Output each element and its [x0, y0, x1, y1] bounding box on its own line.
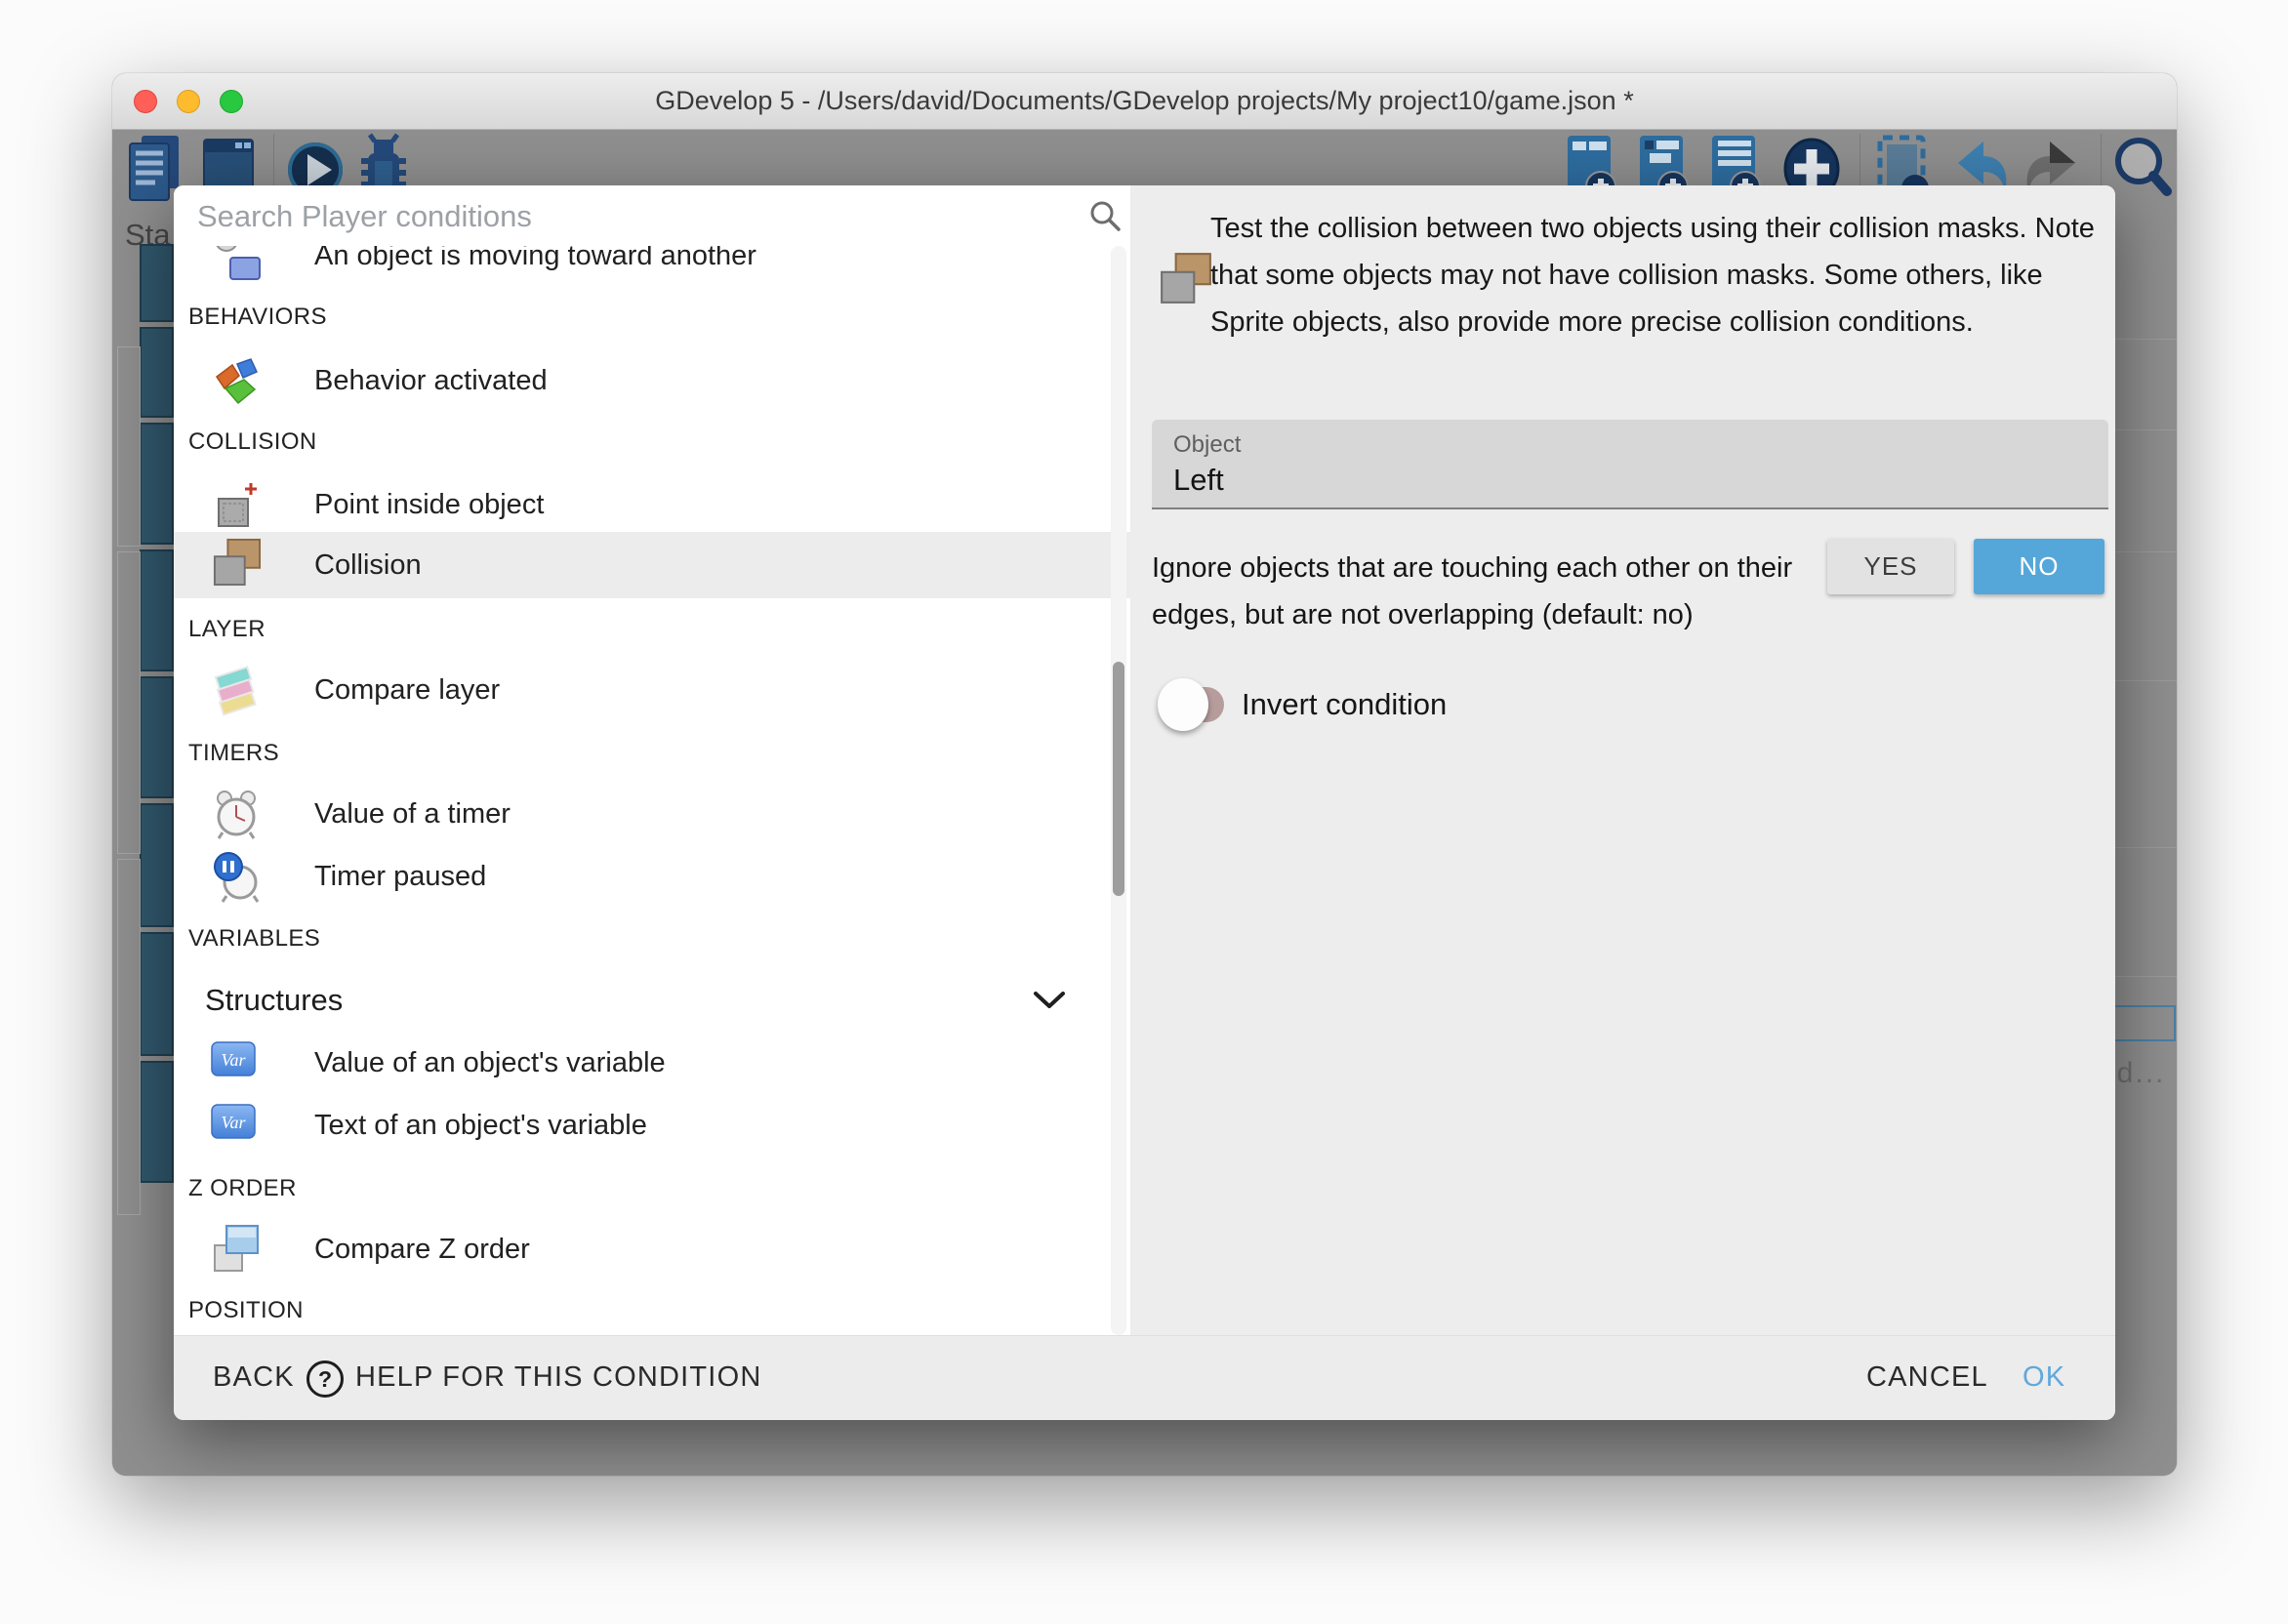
- list-item[interactable]: Point inside object: [174, 473, 1130, 536]
- list-item-label: Compare layer: [314, 659, 500, 721]
- ignore-edges-label: Ignore objects that are touching each ot…: [1152, 545, 1796, 638]
- variable-icon: Var: [211, 1104, 266, 1158]
- row-divider: [2115, 976, 2177, 977]
- chevron-down-icon[interactable]: [1033, 991, 1066, 1010]
- list-item-label: An object is moving toward another: [314, 246, 756, 287]
- list-item[interactable]: An object is moving toward another: [174, 246, 1130, 287]
- list-item-label: Timer paused: [314, 845, 486, 908]
- event-block: [140, 327, 174, 418]
- behavior-icon: [211, 353, 266, 408]
- event-block: [140, 932, 174, 1056]
- object-field-label: Object: [1173, 431, 1241, 459]
- condition-description: Test the collision between two objects u…: [1210, 205, 2118, 345]
- conditions-list: An object is moving toward another BEHAV…: [174, 246, 1130, 1335]
- event-block: [140, 423, 174, 545]
- section-header: BEHAVIORS: [188, 286, 1116, 348]
- list-group-structures[interactable]: Structures: [174, 969, 1130, 1032]
- ok-button[interactable]: OK: [2022, 1336, 2065, 1421]
- event-block: [140, 549, 174, 671]
- section-header: COLLISION: [188, 411, 1116, 473]
- cancel-button[interactable]: CANCEL: [1866, 1336, 1988, 1421]
- row-divider: [2115, 847, 2177, 848]
- list-item-selected[interactable]: Collision: [174, 532, 1130, 598]
- list-item-label: Value of a timer: [314, 783, 511, 845]
- section-header: Z ORDER: [188, 1157, 1116, 1220]
- object-field[interactable]: Object Left: [1152, 420, 2108, 509]
- search-bar: [174, 185, 1130, 247]
- section-header: TIMERS: [188, 722, 1116, 785]
- yes-button[interactable]: YES: [1827, 539, 1954, 594]
- collision-icon: [1158, 252, 1214, 306]
- list-item-label: Text of an object's variable: [314, 1094, 647, 1157]
- section-header: POSITION: [188, 1279, 1116, 1335]
- event-block: [140, 1061, 174, 1183]
- search-icon: [1087, 198, 1123, 233]
- list-item-label: Value of an object's variable: [314, 1032, 666, 1094]
- row-divider: [2115, 680, 2177, 681]
- row-divider: [2115, 339, 2177, 340]
- search-input[interactable]: [195, 191, 1058, 242]
- list-item-label: Collision: [314, 532, 422, 594]
- row-divider: [2115, 551, 2177, 552]
- condition-details-panel: [1130, 185, 2115, 1335]
- row-divider: [2115, 429, 2177, 430]
- svg-text:Var: Var: [221, 1050, 246, 1070]
- list-item[interactable]: Compare layer: [174, 659, 1130, 721]
- event-block: [140, 244, 174, 322]
- event-outline: [117, 551, 141, 854]
- list-item-label: Compare Z order: [314, 1218, 530, 1280]
- back-button[interactable]: BACK: [213, 1336, 295, 1421]
- instruction-editor-dialog: An object is moving toward another BEHAV…: [174, 185, 2115, 1420]
- window-title: GDevelop 5 - /Users/david/Documents/GDev…: [112, 73, 2177, 129]
- list-item[interactable]: Var Value of an object's variable: [174, 1032, 1130, 1094]
- list-item[interactable]: Timer paused: [174, 845, 1130, 908]
- object-moving-toward-icon: [211, 246, 266, 283]
- svg-text:Var: Var: [221, 1113, 246, 1132]
- titlebar: GDevelop 5 - /Users/david/Documents/GDev…: [112, 73, 2177, 130]
- object-field-value: Left: [1173, 463, 1224, 498]
- list-item-label: Point inside object: [314, 473, 544, 536]
- list-item[interactable]: Value of a timer: [174, 783, 1130, 845]
- help-icon[interactable]: ?: [306, 1360, 344, 1398]
- list-item-label: Behavior activated: [314, 349, 548, 412]
- search-icon[interactable]: [2112, 132, 2173, 210]
- dialog-footer: BACK ? HELP FOR THIS CONDITION CANCEL OK: [174, 1335, 2115, 1420]
- invert-condition-label: Invert condition: [1242, 687, 1447, 722]
- variable-icon: Var: [211, 1041, 266, 1096]
- z-order-icon: [211, 1222, 266, 1277]
- event-outline: [117, 859, 141, 1215]
- app-window: GDevelop 5 - /Users/david/Documents/GDev…: [112, 73, 2177, 1476]
- help-button[interactable]: HELP FOR THIS CONDITION: [355, 1336, 761, 1421]
- section-header: VARIABLES: [188, 908, 1116, 970]
- list-item[interactable]: Compare Z order: [174, 1218, 1130, 1280]
- group-label: Structures: [205, 969, 343, 1032]
- list-item[interactable]: Var Text of an object's variable: [174, 1094, 1130, 1157]
- timer-paused-icon: [211, 849, 266, 904]
- timer-icon: [211, 787, 266, 841]
- list-scrollbar-thumb[interactable]: [1113, 662, 1124, 896]
- no-button[interactable]: NO: [1974, 539, 2104, 594]
- event-block: [140, 803, 174, 927]
- list-item[interactable]: Behavior activated: [174, 349, 1130, 412]
- collision-icon: [211, 538, 266, 592]
- layers-icon: [211, 663, 266, 717]
- point-inside-object-icon: [211, 477, 266, 532]
- event-block: [140, 676, 174, 798]
- event-outline: [117, 346, 141, 547]
- invert-condition-toggle-knob[interactable]: [1158, 678, 1208, 731]
- section-header: LAYER: [188, 598, 1116, 661]
